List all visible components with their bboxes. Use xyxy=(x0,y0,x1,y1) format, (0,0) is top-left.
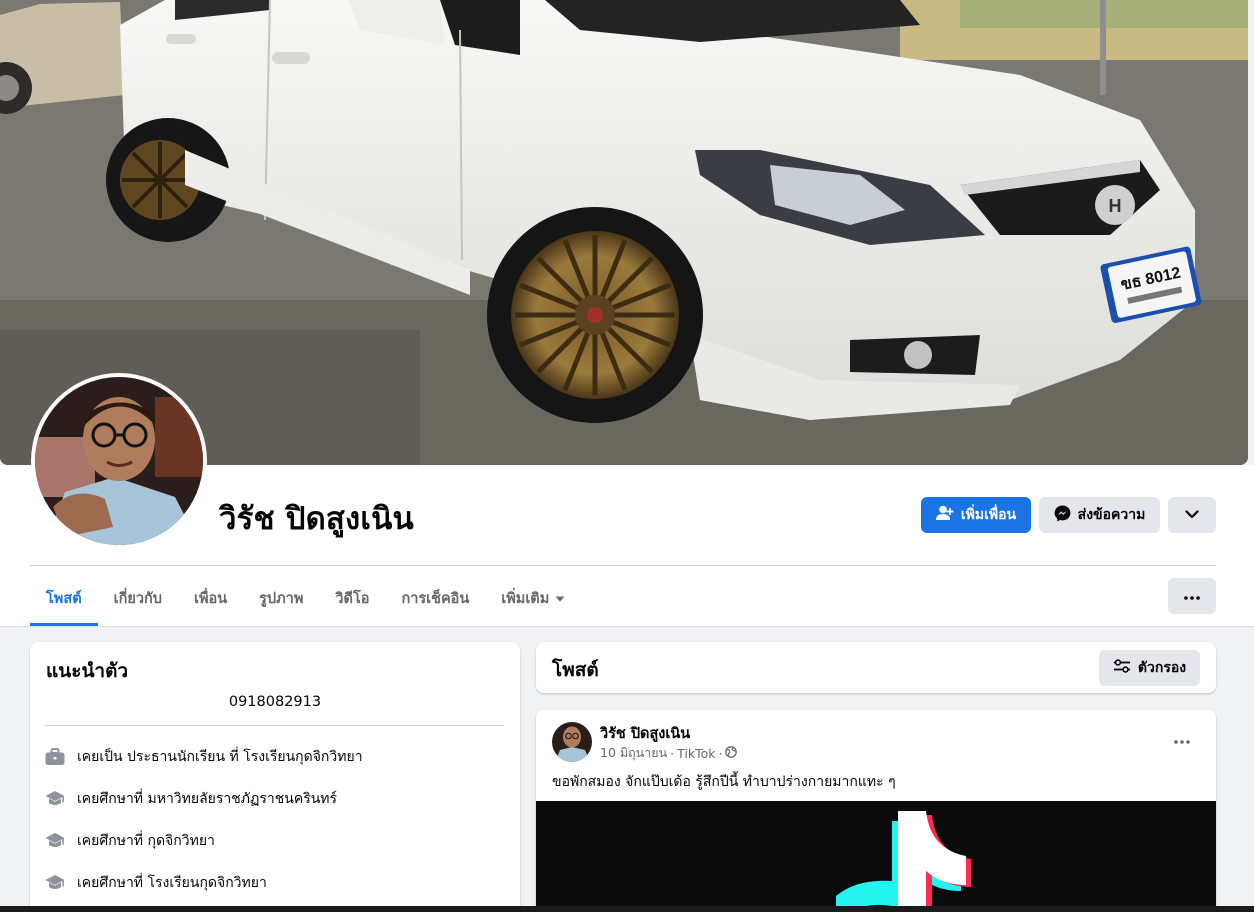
tab-photos-label: รูปภาพ xyxy=(259,590,304,607)
messenger-icon xyxy=(1054,505,1071,526)
intro-item-text: เคยศึกษาที่ โรงเรียนกุดจิกวิทยา xyxy=(77,875,267,891)
graduation-cap-icon xyxy=(45,789,65,809)
tab-about-label: เกี่ยวกับ xyxy=(113,590,162,607)
tab-about[interactable]: เกี่ยวกับ xyxy=(98,570,178,626)
post-options-button[interactable] xyxy=(1166,726,1198,750)
posts-title: โพสต์ xyxy=(552,659,599,681)
more-horizontal-icon xyxy=(1184,588,1200,604)
profile-options-button[interactable] xyxy=(1168,497,1216,533)
tab-friends[interactable]: เพื่อน xyxy=(178,570,243,626)
globe-icon[interactable] xyxy=(725,745,738,761)
meta-separator: · xyxy=(718,745,723,761)
tab-posts[interactable]: โพสต์ xyxy=(30,570,98,626)
intro-title: แนะนำตัว xyxy=(46,660,129,682)
post-date[interactable]: 10 มิถุนายน xyxy=(600,743,667,763)
filter-button[interactable]: ตัวกรอง xyxy=(1099,650,1200,686)
intro-item-education: เคยศึกษาที่ โรงเรียนกุดจิกวิทยา xyxy=(45,872,267,894)
tiktok-logo-icon xyxy=(536,801,1216,912)
intro-item-education: เคยศึกษาที่ มหาวิทยลัยราชภัฏราชนครินทร์ xyxy=(45,788,337,810)
message-label: ส่งข้อความ xyxy=(1077,507,1146,523)
tab-posts-label: โพสต์ xyxy=(46,590,82,607)
post-author-name[interactable]: วิรัช ปิดสูงเนิน xyxy=(600,722,690,745)
add-friend-button[interactable]: เพิ่มเพื่อน xyxy=(921,497,1031,533)
posts-header: โพสต์ ตัวกรอง xyxy=(536,642,1216,693)
graduation-cap-icon xyxy=(45,873,65,893)
post-text: ขอพักสมอง จักแป๊บเด้อ รู้สึกปีนี้ ทำบาปร… xyxy=(552,774,896,790)
tab-friends-label: เพื่อน xyxy=(193,590,228,607)
post-meta: 10 มิถุนายน · TikTok · xyxy=(600,743,738,763)
post-card: วิรัช ปิดสูงเนิน 10 มิถุนายน · TikTok · … xyxy=(536,710,1216,912)
tab-more-label: เพิ่มเติม xyxy=(501,590,550,607)
window-bottom-edge xyxy=(0,906,1254,912)
more-horizontal-icon xyxy=(1174,729,1190,748)
tab-checkins-label: การเช็คอิน xyxy=(401,590,470,607)
intro-divider xyxy=(45,725,504,726)
intro-phone: 0918082913 xyxy=(228,694,322,710)
profile-tabs: โพสต์ เกี่ยวกับ เพื่อน รูปภาพ วิดีโอ การ… xyxy=(30,570,581,626)
tab-videos-label: วิดีโอ xyxy=(335,590,370,607)
svg-text:H: H xyxy=(1109,196,1122,216)
intro-item-text: เคยศึกษาที่ มหาวิทยลัยราชภัฏราชนครินทร์ xyxy=(77,791,338,807)
tab-more[interactable]: เพิ่มเติม xyxy=(485,570,581,626)
profile-avatar[interactable] xyxy=(31,373,207,549)
caret-down-icon xyxy=(555,590,565,606)
add-person-icon xyxy=(935,505,954,525)
tab-checkins[interactable]: การเช็คอิน xyxy=(385,570,485,626)
post-author-avatar[interactable] xyxy=(552,722,592,762)
post-media[interactable] xyxy=(536,801,1216,912)
message-button[interactable]: ส่งข้อความ xyxy=(1039,497,1160,533)
filter-sliders-icon xyxy=(1113,659,1131,677)
intro-item-education: เคยศึกษาที่ กุดจิกวิทยา xyxy=(45,830,215,852)
filter-label: ตัวกรอง xyxy=(1137,660,1187,676)
intro-item-text: เคยศึกษาที่ กุดจิกวิทยา xyxy=(77,833,215,849)
briefcase-icon xyxy=(45,747,65,767)
header-divider xyxy=(30,565,1216,566)
cover-photo[interactable]: H ขธ 8012 xyxy=(0,0,1248,465)
add-friend-label: เพิ่มเพื่อน xyxy=(960,507,1017,523)
graduation-cap-icon xyxy=(45,831,65,851)
tabs-more-options-button[interactable] xyxy=(1168,578,1216,614)
intro-item-text: เคยเป็น ประธานนักเรียน ที่ โรงเรียนกุดจิ… xyxy=(77,749,363,765)
tab-videos[interactable]: วิดีโอ xyxy=(319,570,385,626)
intro-card: แนะนำตัว 0918082913 เคยเป็น ประธานนักเรี… xyxy=(30,642,520,912)
tab-photos[interactable]: รูปภาพ xyxy=(243,570,319,626)
meta-separator: · xyxy=(670,745,675,761)
profile-name: วิรัช ปิดสูงเนิน xyxy=(219,501,414,537)
intro-item-work: เคยเป็น ประธานนักเรียน ที่ โรงเรียนกุดจิ… xyxy=(45,746,363,768)
chevron-down-icon xyxy=(1185,507,1199,523)
post-source: TikTok xyxy=(677,745,716,761)
